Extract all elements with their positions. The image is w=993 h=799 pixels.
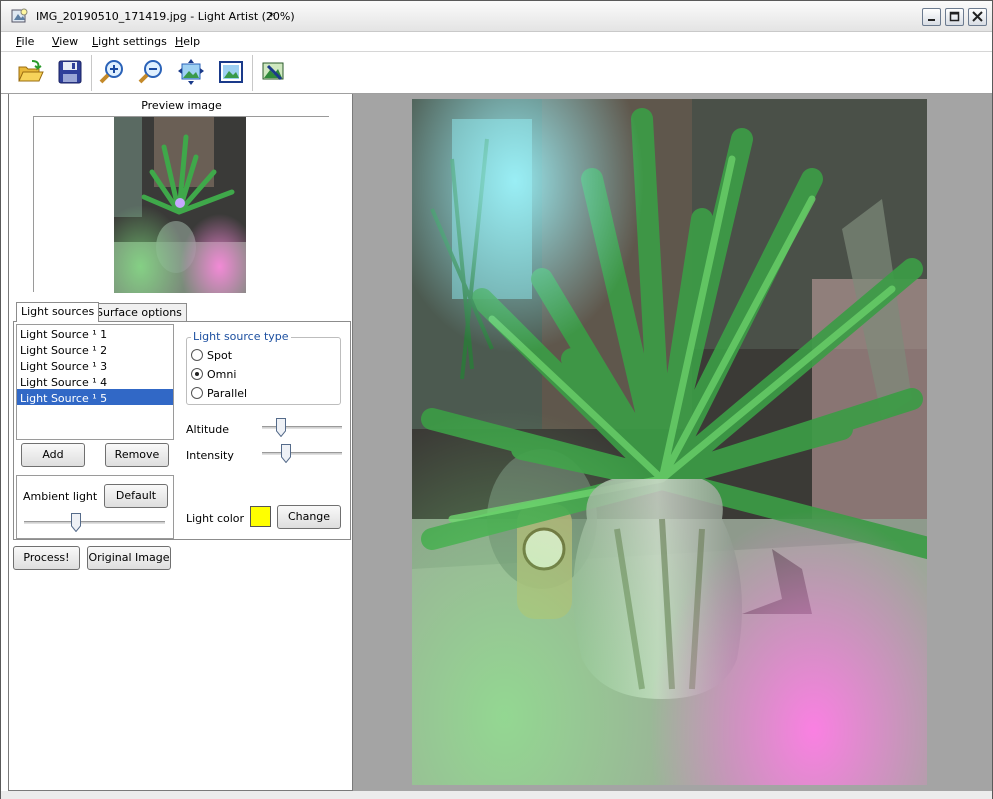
save-button[interactable] [56, 58, 84, 86]
slider-track [262, 452, 342, 455]
original-image-button[interactable]: Original Image [87, 546, 171, 570]
minimize-button[interactable] [922, 8, 941, 26]
actual-size-icon [219, 61, 243, 83]
add-button[interactable]: Add [21, 443, 85, 467]
slider-track [24, 521, 165, 524]
save-disk-icon [58, 60, 82, 84]
zoom-out-button[interactable] [137, 58, 165, 86]
tab-light-sources[interactable]: Light sources [16, 302, 100, 322]
ambient-light-slider[interactable] [24, 513, 165, 533]
default-button[interactable]: Default [104, 484, 168, 508]
maximize-button[interactable] [945, 8, 964, 26]
preview-label: Preview image [141, 99, 222, 112]
menu-view[interactable]: View [52, 35, 78, 48]
window-title: IMG_20190510_171419.jpg - Light Artist (… [36, 10, 295, 23]
slider-track [262, 426, 342, 429]
intensity-label: Intensity [186, 449, 234, 462]
light-artist-app-icon [11, 8, 28, 23]
toolbar-separator [91, 55, 92, 91]
preview-image[interactable] [114, 117, 246, 293]
radio-button[interactable] [191, 368, 203, 380]
process-button[interactable]: Process! [13, 546, 80, 570]
open-button[interactable] [16, 58, 44, 86]
light-source-type-group: Light source type Spot Omni Parallel [186, 330, 341, 405]
minimize-icon [928, 19, 935, 21]
light-color-swatch[interactable] [250, 506, 271, 527]
ambient-light-label: Ambient light [23, 490, 98, 503]
slider-thumb[interactable] [276, 418, 286, 437]
list-item-light-source-3[interactable]: Light Source ¹ 3 [17, 357, 173, 373]
light-color-label: Light color [186, 512, 245, 525]
light-sources-panel: Light Source ¹ 1 Light Source ¹ 2 Light … [13, 321, 351, 540]
slider-thumb[interactable] [281, 444, 291, 463]
zoom-out-icon [138, 60, 162, 84]
radio-spot[interactable]: Spot [191, 349, 232, 362]
radio-button[interactable] [191, 387, 203, 399]
altitude-label: Altitude [186, 423, 229, 436]
menu-help[interactable]: Help [175, 35, 200, 48]
radio-omni[interactable]: Omni [191, 368, 236, 381]
main-image[interactable] [412, 99, 927, 785]
light-source-type-label: Light source type [191, 330, 291, 343]
menu-bar: File View Light settings Help [1, 32, 992, 52]
close-button[interactable] [968, 8, 987, 26]
toolbar [1, 52, 992, 94]
list-item-light-source-4[interactable]: Light Source ¹ 4 [17, 373, 173, 389]
modified-marker: * [269, 10, 275, 23]
close-icon [972, 11, 983, 22]
maximize-icon [949, 11, 960, 22]
intensity-slider[interactable] [262, 444, 342, 464]
list-item-light-source-1[interactable]: Light Source ¹ 1 [17, 325, 173, 341]
ambient-light-box: Ambient light Default [16, 475, 174, 539]
zoom-in-button[interactable] [98, 58, 126, 86]
status-strip [1, 791, 992, 799]
list-item-light-source-2[interactable]: Light Source ¹ 2 [17, 341, 173, 357]
title-bar[interactable]: IMG_20190510_171419.jpg - Light Artist (… [1, 1, 992, 32]
actual-size-button[interactable] [217, 58, 245, 86]
radio-parallel[interactable]: Parallel [191, 387, 247, 400]
app-window: IMG_20190510_171419.jpg - Light Artist (… [0, 0, 993, 799]
tab-surface-options[interactable]: Surface options [91, 303, 187, 321]
menu-light-settings[interactable]: Light settings [92, 35, 167, 48]
light-source-list[interactable]: Light Source ¹ 1 Light Source ¹ 2 Light … [16, 324, 174, 440]
altitude-slider[interactable] [262, 418, 342, 438]
radio-button[interactable] [191, 349, 203, 361]
fit-to-window-icon [178, 59, 204, 85]
left-panel: Preview image Light sources Surface opti… [8, 94, 353, 791]
change-color-button[interactable]: Change [277, 505, 341, 529]
slider-thumb[interactable] [71, 513, 81, 532]
fit-to-window-button[interactable] [177, 58, 205, 86]
menu-file[interactable]: File [16, 35, 34, 48]
list-item-light-source-5[interactable]: Light Source ¹ 5 [17, 389, 173, 405]
zoom-in-icon [99, 60, 123, 84]
open-folder-icon [18, 60, 44, 82]
edit-image-icon [262, 62, 284, 81]
edit-image-button[interactable] [259, 58, 287, 86]
image-view[interactable] [353, 94, 992, 791]
toolbar-separator [252, 55, 253, 91]
remove-button[interactable]: Remove [105, 443, 169, 467]
